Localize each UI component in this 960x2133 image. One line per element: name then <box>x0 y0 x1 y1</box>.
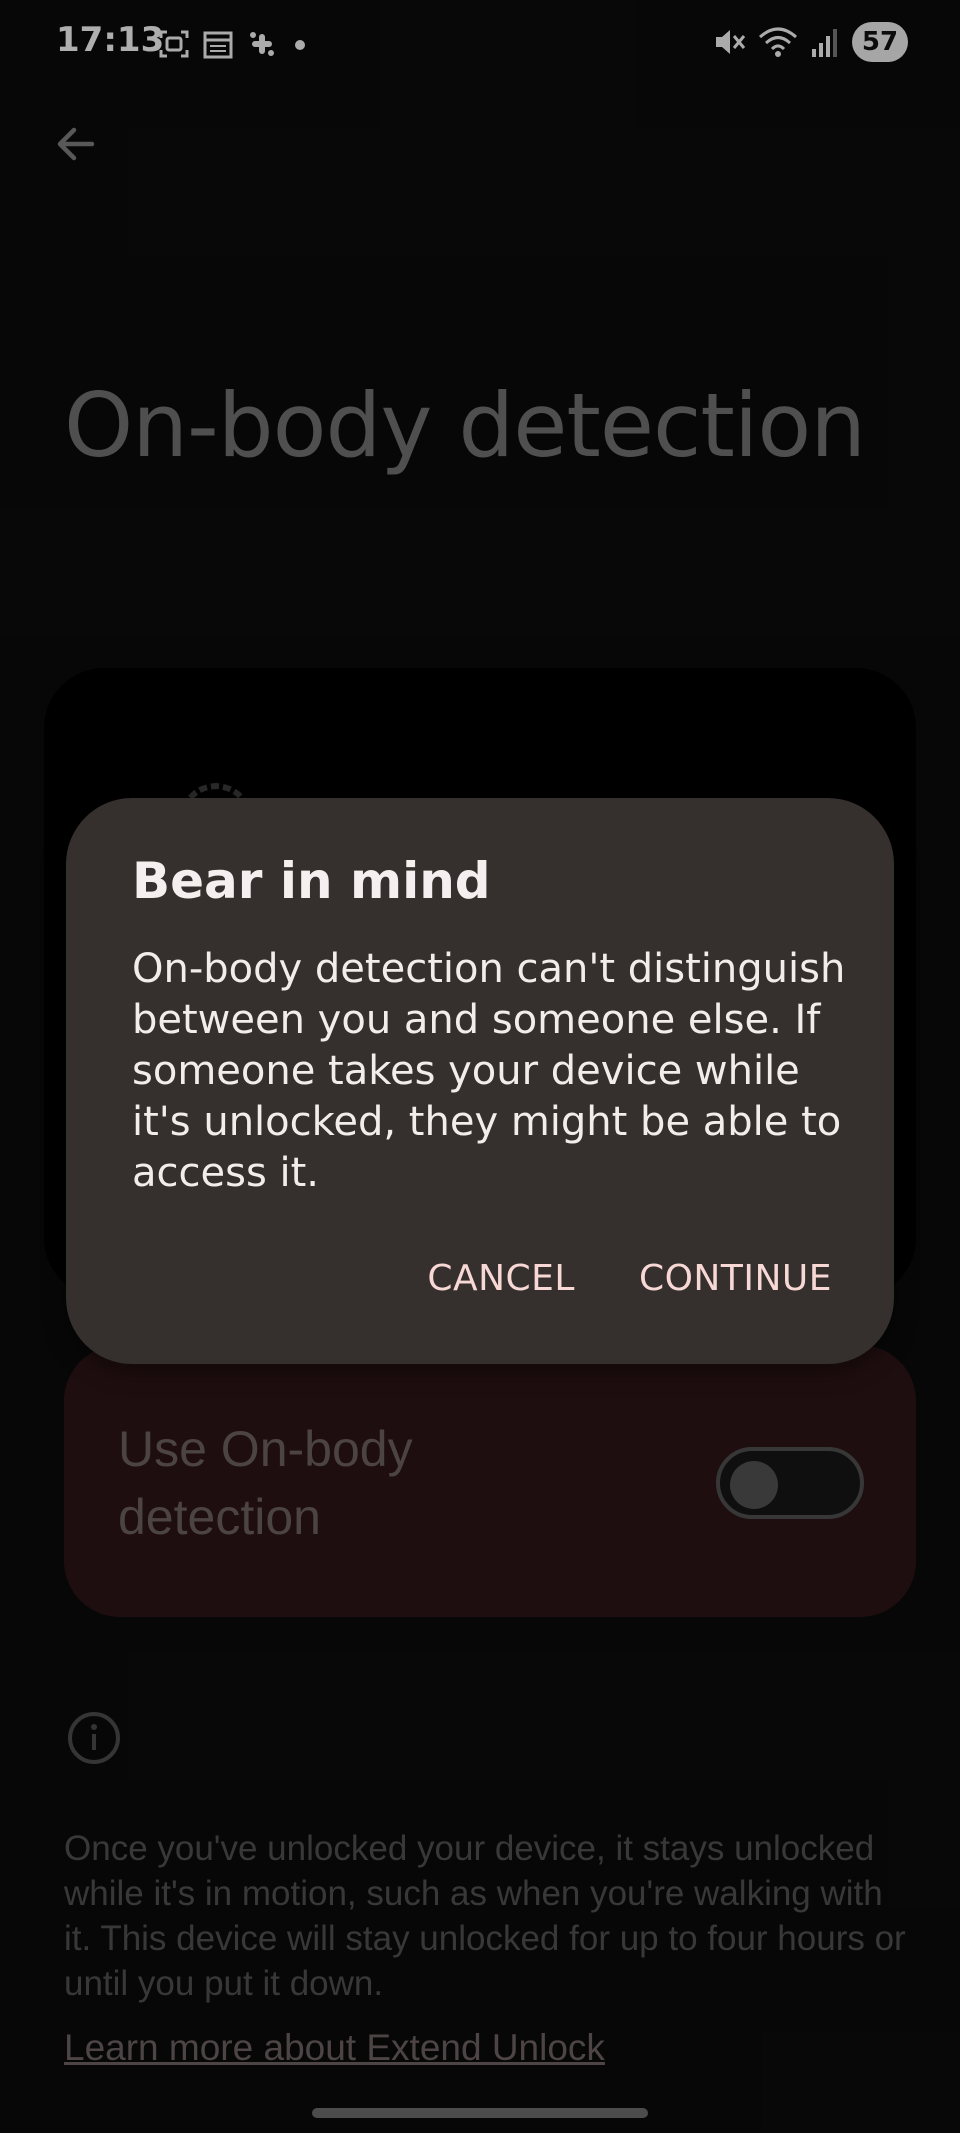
dialog-actions: CANCEL CONTINUE <box>427 1258 832 1299</box>
cancel-button[interactable]: CANCEL <box>427 1258 575 1299</box>
dialog-title: Bear in mind <box>132 852 491 910</box>
continue-button[interactable]: CONTINUE <box>639 1258 832 1299</box>
warning-dialog: Bear in mind On-body detection can't dis… <box>66 798 894 1364</box>
dialog-message: On-body detection can't distinguish betw… <box>132 946 846 1196</box>
